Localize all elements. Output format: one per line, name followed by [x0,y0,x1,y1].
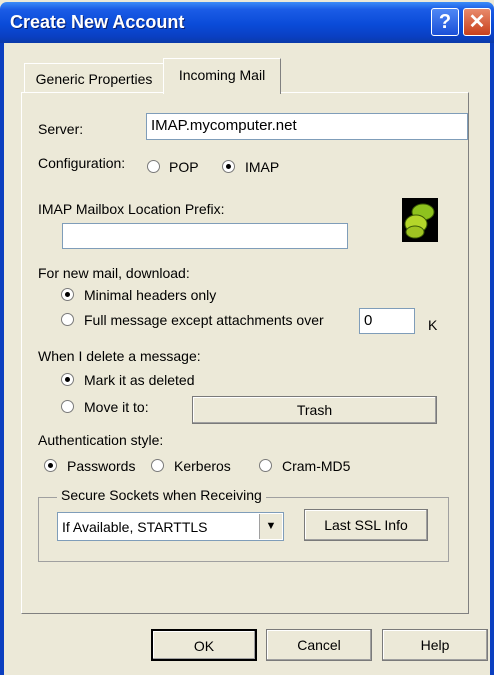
move-to-label[interactable]: Move it to: [84,399,149,415]
full-message-radio[interactable] [61,313,74,326]
ssl-mode-select[interactable]: If Available, STARTTLS ▼ [57,512,284,541]
authentication-label: Authentication style: [38,432,164,448]
download-label: For new mail, download: [38,265,190,281]
kerberos-radio[interactable] [151,459,164,472]
imap-radio[interactable] [222,160,235,173]
configuration-label: Configuration: [38,155,126,171]
imap-label[interactable]: IMAP [245,159,279,175]
mailbox-prefix-label: IMAP Mailbox Location Prefix: [38,201,225,217]
chevron-down-icon[interactable]: ▼ [259,514,282,539]
size-unit-label: K [428,317,438,333]
passwords-label[interactable]: Passwords [67,458,135,474]
trash-folder-button[interactable]: Trash [192,396,437,424]
window-title: Create New Account [10,12,185,32]
full-message-label[interactable]: Full message except attachments over [84,312,324,328]
attachment-size-input[interactable]: 0 [359,308,415,334]
close-icon[interactable]: ✕ [463,8,491,36]
tab-generic-properties[interactable]: Generic Properties [24,63,164,93]
pop-label[interactable]: POP [169,159,199,175]
mark-deleted-label[interactable]: Mark it as deleted [84,372,195,388]
dialog-window: Create New Account ? ✕ Generic Propertie… [0,0,494,675]
minimal-headers-radio[interactable] [61,288,74,301]
minimal-headers-label[interactable]: Minimal headers only [84,287,216,303]
tab-incoming-mail[interactable]: Incoming Mail [163,58,281,94]
server-label: Server: [38,121,84,137]
mailbox-prefix-input[interactable] [62,223,348,249]
window-border-right [490,43,494,675]
title-bar[interactable]: Create New Account ? ✕ [0,2,494,43]
ssl-group-legend: Secure Sockets when Receiving [57,487,266,503]
server-input[interactable]: IMAP.mycomputer.net [146,113,468,140]
move-to-radio[interactable] [61,400,74,413]
last-ssl-info-button[interactable]: Last SSL Info [304,509,428,541]
delete-label: When I delete a message: [38,348,201,364]
cancel-button[interactable]: Cancel [266,629,372,661]
kerberos-label[interactable]: Kerberos [174,458,231,474]
ssl-mode-value: If Available, STARTTLS [62,519,208,535]
help-button[interactable]: Help [382,629,488,661]
imap-mailbox-icon [402,198,438,242]
passwords-radio[interactable] [44,459,57,472]
mark-deleted-radio[interactable] [61,373,74,386]
help-icon[interactable]: ? [431,8,459,36]
ok-button[interactable]: OK [151,629,257,661]
cram-md5-label[interactable]: Cram-MD5 [282,458,350,474]
window-border-left [0,43,4,675]
pop-radio[interactable] [147,160,160,173]
cram-md5-radio[interactable] [259,459,272,472]
